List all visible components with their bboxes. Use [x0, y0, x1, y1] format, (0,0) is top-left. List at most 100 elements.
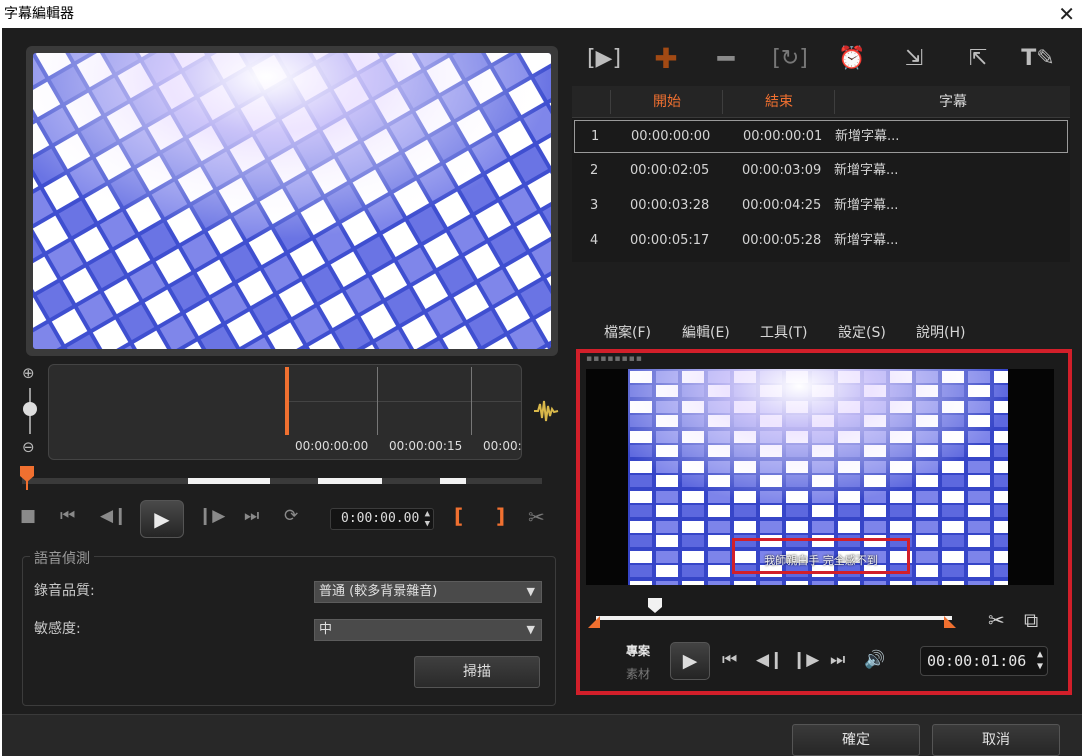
timeline-playhead[interactable] [285, 367, 289, 435]
scissors-icon[interactable]: ✂ [988, 608, 1005, 632]
player-subtitle-text: 我師親白手 完全感不到 [764, 554, 878, 567]
import-icon[interactable]: ⇲ [894, 42, 934, 76]
title-bar: 字幕編輯器 ✕ [0, 0, 1085, 28]
row-index: 4 [590, 233, 599, 248]
export-icon[interactable]: ⇱ [958, 42, 998, 76]
split-scissors-icon[interactable]: ✂ [528, 505, 545, 529]
player-play-button[interactable]: ▶ [670, 642, 710, 680]
mark-in-icon[interactable]: [ [454, 504, 463, 528]
column-separator [722, 90, 723, 114]
audio-waveform-icon[interactable] [532, 398, 560, 424]
timeline-zoom-control[interactable]: ⊕ ⊖ [18, 364, 42, 464]
clip-mode-label[interactable]: 素材 [626, 665, 650, 682]
stop-icon[interactable]: ■ [20, 506, 36, 526]
zoom-out-icon[interactable]: ⊖ [22, 438, 35, 456]
row-text: 新增字幕... [835, 129, 900, 144]
voice-detection-legend: 語音偵測 [30, 548, 94, 568]
play-button[interactable]: ▶ [140, 500, 184, 538]
zoom-in-icon[interactable]: ⊕ [22, 364, 35, 382]
alarm-icon[interactable]: ⏰ [832, 42, 872, 76]
go-to-end-icon[interactable]: ⏭ [244, 506, 259, 526]
left-preview-frame [26, 46, 558, 356]
next-frame-icon[interactable]: ❙▶ [792, 650, 819, 670]
row-start: 00:00:03:28 [630, 198, 710, 213]
chevron-down-icon: ▼ [526, 623, 535, 636]
menu-edit[interactable]: 編輯(E) [682, 322, 730, 342]
left-timecode-field[interactable]: 0:00:00.00 ▲ ▼ [330, 508, 434, 530]
subtitle-segments-bar[interactable] [22, 478, 542, 484]
recording-quality-select[interactable]: 普通 (較多背景雜音) ▼ [314, 581, 542, 603]
merge-icon[interactable]: [↻] [770, 42, 810, 76]
row-end: 00:00:00:01 [743, 129, 823, 144]
player-scrub-handle[interactable] [648, 598, 662, 614]
ok-button[interactable]: 確定 [792, 724, 920, 756]
trim-end-marker[interactable] [944, 616, 956, 628]
remove-subtitle-icon[interactable]: ━ [706, 42, 746, 76]
timeline-divider [289, 401, 521, 402]
repeat-icon[interactable]: ⟳ [284, 506, 298, 526]
previous-frame-icon[interactable]: ◀❙ [756, 650, 783, 670]
go-to-end-icon[interactable]: ⏭ [830, 650, 845, 670]
scan-button[interactable]: 掃描 [414, 656, 540, 688]
row-start: 00:00:02:05 [630, 163, 710, 178]
player-scrub-track[interactable] [596, 616, 952, 620]
zoom-slider-handle[interactable] [23, 402, 37, 416]
waveform-timeline[interactable]: 00:00:00:00 00:00:00:15 00:00:00:30 [48, 364, 522, 460]
mark-out-icon[interactable]: ] [496, 504, 505, 528]
player-timecode-field[interactable]: 00:00:01:06 ▲ ▼ [920, 646, 1048, 676]
sensitivity-label: 敏感度: [34, 621, 81, 637]
row-index: 3 [590, 198, 599, 213]
footer-bar [2, 714, 1082, 756]
player-timecode-value: 00:00:01:06 [927, 652, 1027, 670]
add-subtitle-icon[interactable]: ✚ [646, 42, 686, 76]
close-icon[interactable]: ✕ [1058, 2, 1075, 26]
subtitle-table[interactable]: 開始 結束 字幕 1 00:00:00:00 00:00:00:01 新增字幕.… [572, 86, 1070, 262]
menu-help[interactable]: 說明(H) [916, 322, 965, 342]
menu-file[interactable]: 檔案(F) [604, 322, 651, 342]
recording-quality-label: 錄音品質: [34, 583, 95, 599]
trim-start-marker[interactable] [588, 616, 600, 628]
chevron-down-icon: ▼ [526, 585, 535, 598]
subtitle-segment[interactable] [440, 478, 466, 484]
row-start: 00:00:05:17 [630, 233, 710, 248]
row-end: 00:00:03:09 [742, 163, 822, 178]
table-row[interactable]: 4 00:00:05:17 00:00:05:28 新增字幕... [574, 225, 1068, 258]
row-start: 00:00:00:00 [631, 129, 711, 144]
subtitle-segment[interactable] [318, 478, 382, 484]
column-separator [834, 90, 835, 114]
column-header-subtitle[interactable]: 字幕 [836, 86, 1070, 118]
left-transport-controls: ■ ⏮ ◀❙ ▶ ❙▶ ⏭ ⟳ 0:00:00.00 ▲ ▼ [ ] ✂ [16, 500, 556, 538]
left-preview-video [33, 53, 551, 349]
subtitle-editor-body: ⊕ ⊖ 00:00:00:00 00:00:00:15 00:00:00:30 … [2, 28, 1082, 756]
window-title: 字幕編輯器 [4, 6, 74, 22]
timecode-spinner-icon[interactable]: ▲ ▼ [1037, 649, 1043, 673]
project-mode-label[interactable]: 專案 [626, 642, 650, 659]
timeline-timecode: 00:00:00:15 [389, 439, 463, 453]
row-text: 新增字幕... [834, 233, 899, 248]
panel-grip[interactable]: ▪▪▪▪▪▪▪▪ [586, 354, 643, 364]
menu-tools[interactable]: 工具(T) [760, 322, 807, 342]
scrub-position-marker[interactable] [20, 466, 34, 490]
text-options-icon[interactable]: T✎ [1018, 42, 1058, 76]
go-to-start-icon[interactable]: ⏮ [60, 506, 75, 526]
row-index: 2 [590, 163, 599, 178]
timecode-spinner-icon[interactable]: ▲ ▼ [425, 509, 430, 529]
column-header-start[interactable]: 開始 [612, 86, 722, 118]
table-row[interactable]: 1 00:00:00:00 00:00:00:01 新增字幕... [574, 120, 1068, 153]
volume-icon[interactable]: 🔊 [864, 650, 885, 670]
cancel-button[interactable]: 取消 [932, 724, 1060, 756]
menu-settings[interactable]: 設定(S) [838, 322, 886, 342]
left-timecode-value: 0:00:00.00 [341, 511, 420, 526]
previous-frame-icon[interactable]: ◀❙ [100, 506, 127, 526]
go-to-start-icon[interactable]: ⏮ [722, 650, 737, 670]
copy-clip-icon[interactable]: ⧉ [1024, 608, 1038, 632]
table-row[interactable]: 3 00:00:03:28 00:00:04:25 新增字幕... [574, 190, 1068, 223]
table-row[interactable]: 2 00:00:02:05 00:00:03:09 新增字幕... [574, 155, 1068, 188]
next-frame-icon[interactable]: ❙▶ [198, 506, 225, 526]
sensitivity-select[interactable]: 中 ▼ [314, 619, 542, 641]
column-header-end[interactable]: 結束 [724, 86, 834, 118]
subtitle-table-header: 開始 結束 字幕 [572, 86, 1070, 118]
subtitle-segment[interactable] [188, 478, 270, 484]
row-text: 新增字幕... [834, 198, 899, 213]
play-subtitle-icon[interactable]: [▶] [584, 42, 624, 76]
